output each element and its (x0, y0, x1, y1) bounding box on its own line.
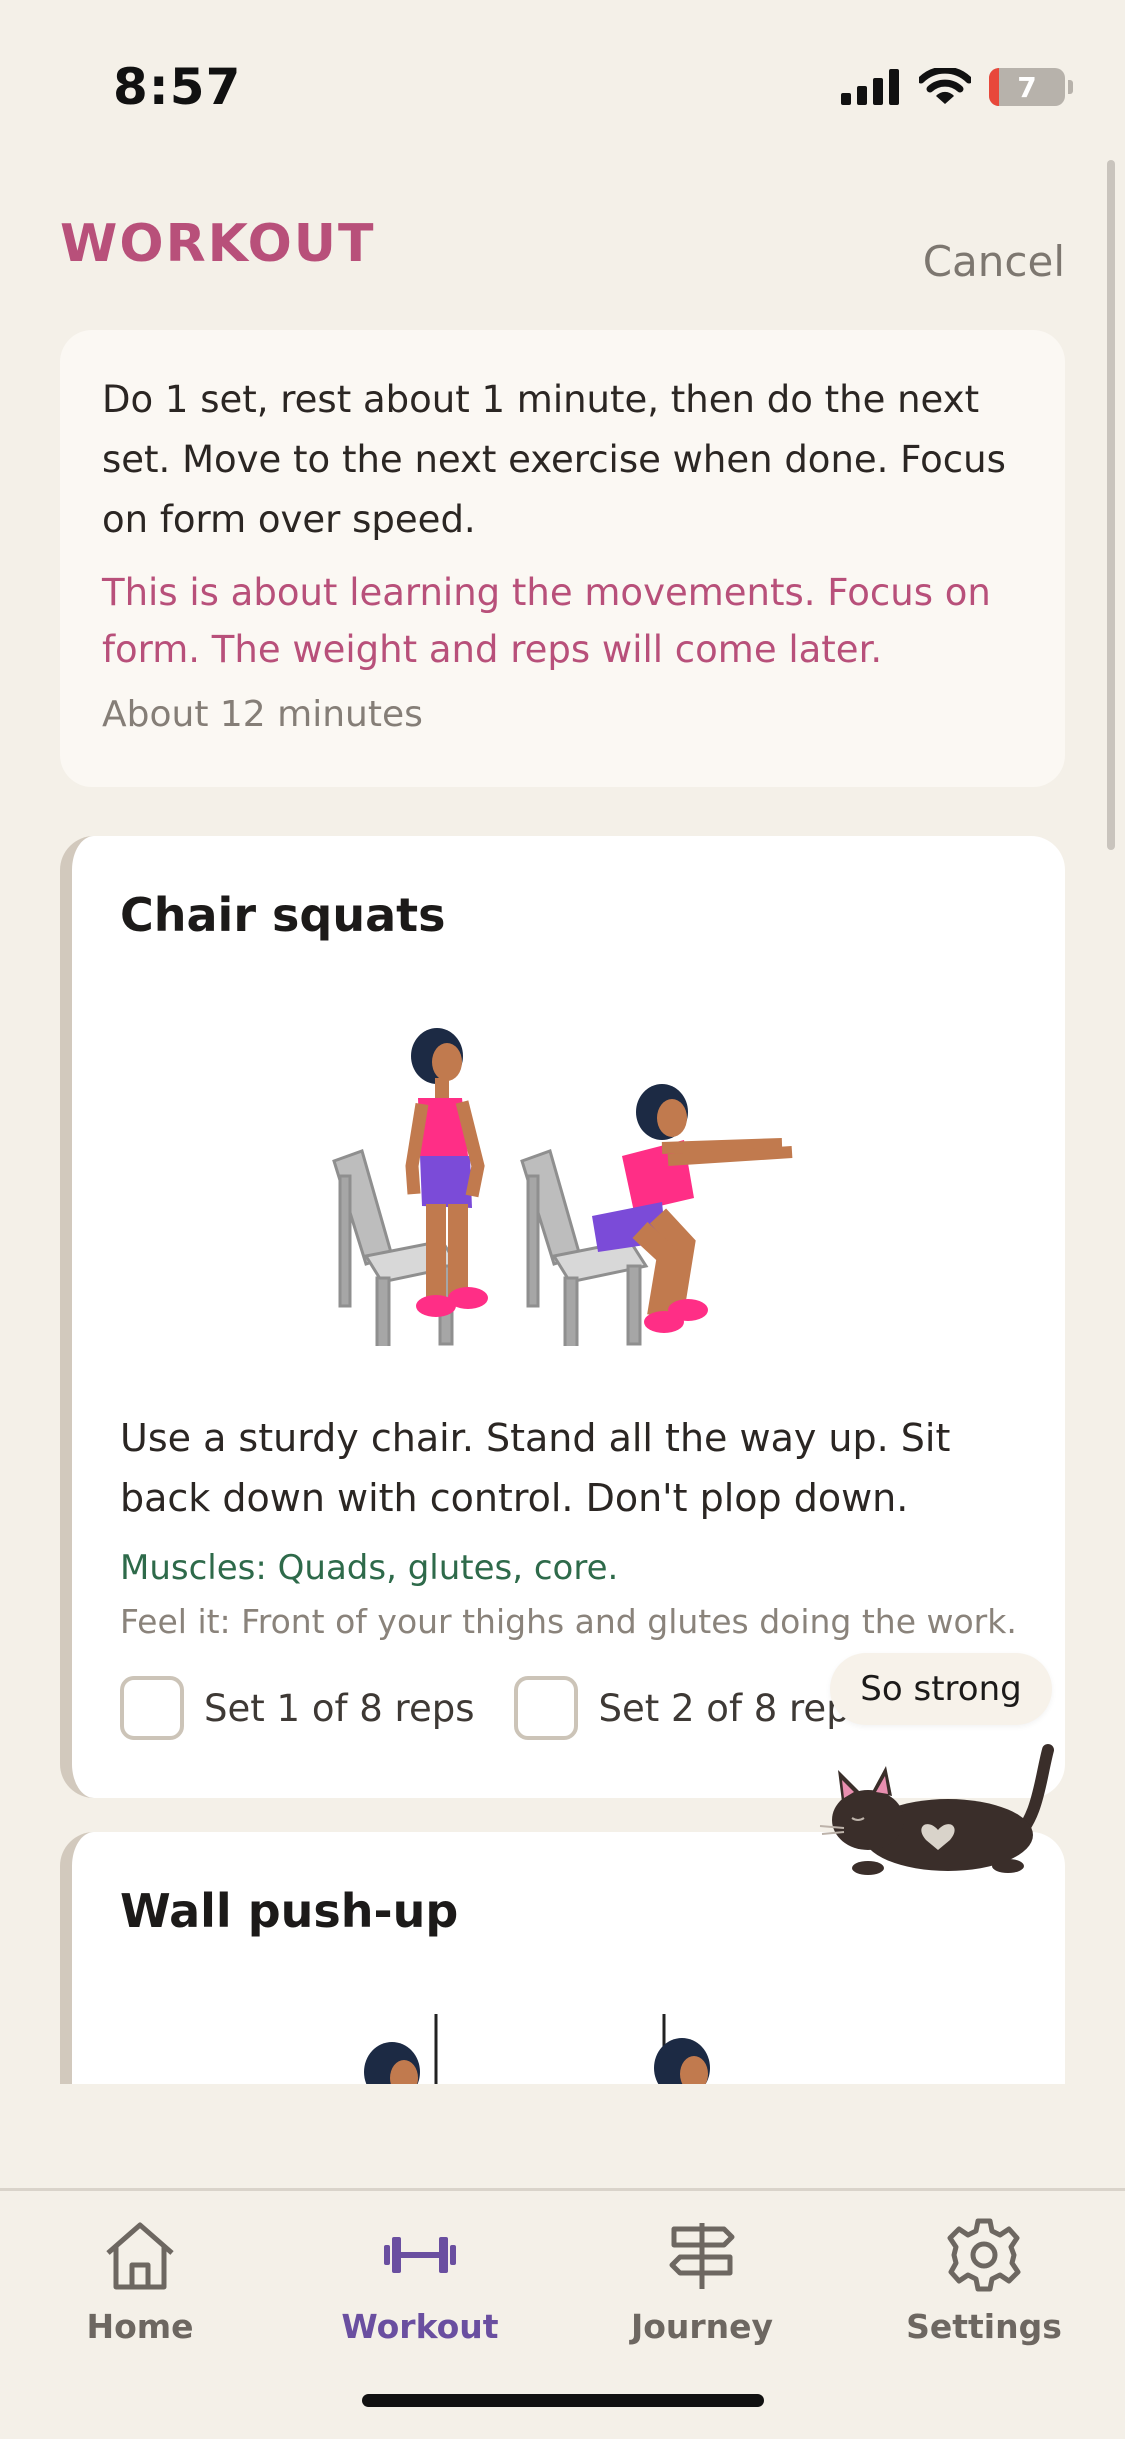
page-title: WORKOUT (60, 214, 376, 274)
set-1-checkbox[interactable] (120, 1676, 184, 1740)
tab-home[interactable]: Home (40, 2215, 240, 2346)
status-time: 8:57 (113, 58, 242, 116)
gear-icon (947, 2218, 1021, 2292)
home-icon (106, 2222, 174, 2290)
exercise-title: Chair squats (120, 888, 446, 942)
scroll-indicator[interactable] (1107, 160, 1115, 850)
workout-intro-card: Do 1 set, rest about 1 minute, then do t… (60, 330, 1065, 787)
workout-note: This is about learning the movements. Fo… (102, 571, 991, 671)
battery-icon: 7 (989, 68, 1073, 106)
exercise-muscles: Muscles: Quads, glutes, core. (120, 1548, 619, 1588)
wifi-icon (919, 68, 971, 104)
cat-mascot-icon (819, 1744, 1054, 1875)
status-icons: 7 (841, 68, 1073, 106)
tab-settings[interactable]: Settings (884, 2215, 1084, 2346)
wall-push-up-illustration (364, 2014, 710, 2084)
dumbbell-icon (384, 2237, 456, 2273)
chair-squat-illustration (332, 1028, 793, 1346)
cellular-signal-icon (841, 69, 899, 105)
tab-settings-label: Settings (906, 2307, 1062, 2346)
workout-duration: About 12 minutes (102, 694, 423, 735)
set-item-1[interactable]: Set 1 of 8 reps (120, 1676, 474, 1740)
tab-workout-label: Workout (341, 2307, 499, 2346)
set-1-label: Set 1 of 8 reps (204, 1686, 475, 1730)
tab-journey[interactable]: Journey (602, 2215, 802, 2346)
cancel-button[interactable]: Cancel (923, 237, 1065, 286)
tab-workout[interactable]: Workout (320, 2215, 520, 2346)
workout-instructions: Do 1 set, rest about 1 minute, then do t… (102, 378, 1006, 541)
home-indicator[interactable] (362, 2394, 764, 2407)
battery-level: 7 (1017, 70, 1037, 104)
exercise-feel: Feel it: Front of your thighs and glutes… (120, 1602, 1017, 1641)
mascot-speech-bubble: So strong (830, 1653, 1052, 1725)
set-2-label: Set 2 of 8 reps (598, 1686, 869, 1730)
exercise-title: Wall push-up (120, 1884, 459, 1938)
tab-home-label: Home (86, 2307, 194, 2346)
exercise-description: Use a sturdy chair. Stand all the way up… (120, 1416, 951, 1520)
set-checklist: Set 1 of 8 reps Set 2 of 8 reps (120, 1676, 909, 1740)
signpost-icon (669, 2223, 735, 2289)
set-2-checkbox[interactable] (514, 1676, 579, 1740)
tab-journey-label: Journey (630, 2307, 774, 2346)
